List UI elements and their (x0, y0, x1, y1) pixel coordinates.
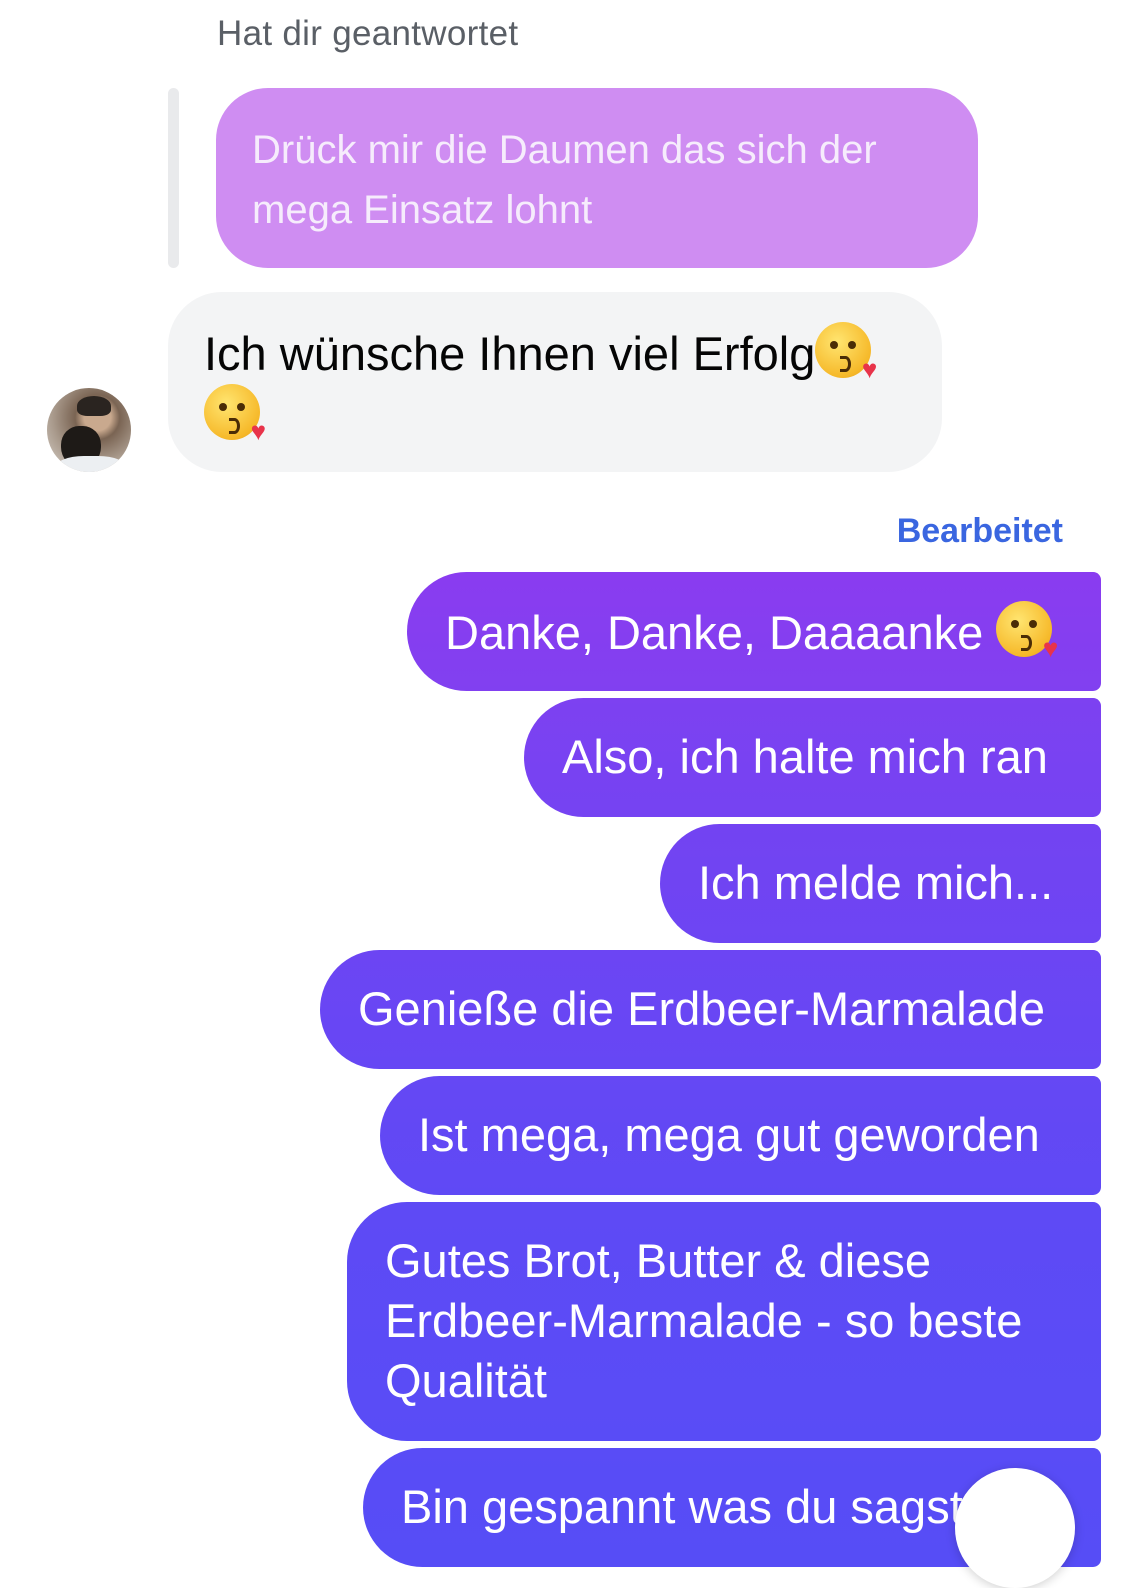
outgoing-message-bubble[interactable]: Ich melde mich... (660, 824, 1101, 943)
reply-label: Hat dir geantwortet (217, 14, 519, 53)
outgoing-message-text: Gutes Brot, Butter & diese Erdbeer-Marma… (385, 1234, 1023, 1407)
outgoing-message-bubble[interactable]: Genieße die Erdbeer-Marmalade (320, 950, 1101, 1069)
scroll-to-bottom-button[interactable] (955, 1468, 1075, 1588)
avatar-shirt (55, 456, 127, 472)
edited-label: Bearbeitet (896, 512, 1063, 550)
avatar-hair (77, 396, 111, 416)
face-blowing-kiss-icon (996, 601, 1058, 661)
contact-avatar[interactable] (47, 388, 131, 472)
outgoing-message-text: Danke, Danke, Daaaanke (445, 606, 984, 659)
outgoing-message-bubble[interactable]: Also, ich halte mich ran (524, 698, 1101, 817)
reply-indicator-bar (168, 88, 179, 268)
outgoing-message-text: Genieße die Erdbeer-Marmalade (358, 982, 1046, 1035)
outgoing-message-text: Bin gespannt was du sagst (401, 1480, 963, 1533)
outgoing-message-text: Also, ich halte mich ran (562, 730, 1048, 783)
face-blowing-kiss-icon (815, 322, 877, 382)
incoming-message-bubble[interactable]: Ich wünsche Ihnen viel Erfolg (168, 292, 942, 472)
outgoing-message-text: Ich melde mich... (698, 856, 1054, 909)
outgoing-message-bubble[interactable]: Gutes Brot, Butter & diese Erdbeer-Marma… (347, 1202, 1101, 1441)
outgoing-message-text: Ist mega, mega gut geworden (418, 1108, 1040, 1161)
quoted-message-text: Drück mir die Daumen das sich der mega E… (252, 128, 877, 232)
face-blowing-kiss-icon (204, 384, 266, 444)
outgoing-message-bubble[interactable]: Danke, Danke, Daaaanke (407, 572, 1101, 691)
incoming-message-text: Ich wünsche Ihnen viel Erfolg (204, 327, 816, 380)
outgoing-message-bubble[interactable]: Ist mega, mega gut geworden (380, 1076, 1101, 1195)
quoted-message-bubble[interactable]: Drück mir die Daumen das sich der mega E… (216, 88, 978, 268)
